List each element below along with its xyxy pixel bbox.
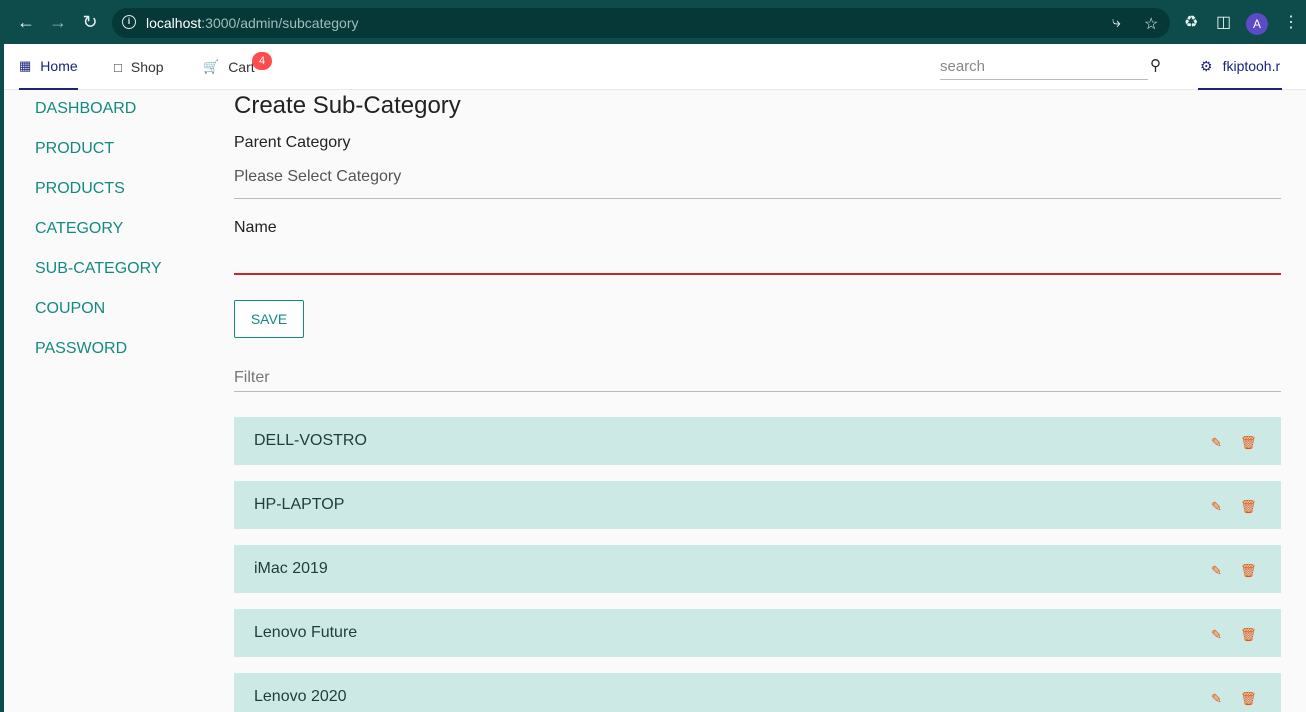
list-item: iMac 2019 ✎ 🗑 (234, 545, 1281, 593)
user-menu[interactable]: ⚙ fkiptooh.r (1198, 44, 1282, 90)
edit-icon[interactable]: ✎ (1211, 563, 1222, 579)
cart-icon: 🛒 (203, 59, 220, 74)
list-item: DELL-VOSTRO ✎ 🗑 (234, 417, 1281, 465)
top-nav: ▦ Home □ Shop 🛒 Cart 4 ⚲ ⚙ fkiptooh.r (4, 44, 1306, 90)
parent-category-select[interactable]: Please Select Category (234, 168, 1281, 199)
shopping-bag-icon: □ (114, 59, 122, 75)
nav-cart-label: Cart (228, 59, 255, 75)
sidebar-item-dashboard[interactable]: DASHBOARD (35, 98, 162, 138)
reload-icon[interactable]: ↻ (80, 12, 100, 32)
browser-menu-icon[interactable]: ⋮ (1283, 12, 1299, 32)
subcategory-name: iMac 2019 (254, 560, 328, 577)
name-input[interactable] (234, 238, 1281, 275)
nav-shop[interactable]: □ Shop (114, 44, 164, 90)
parent-category-label: Parent Category (234, 134, 351, 151)
subcategory-name: Lenovo Future (254, 624, 358, 641)
subcategory-name: DELL-VOSTRO (254, 432, 367, 449)
subcategory-list: DELL-VOSTRO ✎ 🗑 HP-LAPTOP ✎ 🗑 iMac 2019 … (234, 417, 1281, 712)
nav-cart[interactable]: 🛒 Cart (203, 44, 255, 90)
edit-icon[interactable]: ✎ (1211, 499, 1222, 515)
edit-icon[interactable]: ✎ (1211, 627, 1222, 643)
home-grid-icon: ▦ (19, 58, 32, 73)
subcategory-name: Lenovo 2020 (254, 688, 347, 705)
search-icon[interactable]: ⚲ (1150, 56, 1161, 74)
admin-sidebar: DASHBOARD PRODUCT PRODUCTS CATEGORY SUB-… (35, 98, 162, 378)
url-path: :3000/admin/subcategory (201, 15, 359, 31)
list-item: Lenovo Future ✎ 🗑 (234, 609, 1281, 657)
filter-input[interactable] (234, 364, 1281, 392)
cart-count-badge: 4 (252, 52, 272, 70)
nav-home-label: Home (40, 58, 78, 74)
share-icon[interactable]: ⤷ (1112, 14, 1121, 32)
bookmark-star-icon[interactable]: ☆ (1144, 14, 1158, 34)
url-host: localhost (146, 15, 202, 31)
sidebar-item-product[interactable]: PRODUCT (35, 138, 162, 178)
search-input[interactable] (940, 54, 1148, 80)
edit-icon[interactable]: ✎ (1211, 435, 1222, 451)
back-arrow-icon[interactable]: ← (16, 12, 36, 32)
window-edge (0, 44, 4, 712)
site-info-icon[interactable]: i (122, 15, 136, 29)
subcategory-name: HP-LAPTOP (254, 496, 345, 513)
nav-home[interactable]: ▦ Home (19, 44, 78, 90)
name-label: Name (234, 219, 277, 236)
delete-icon[interactable]: 🗑 (1240, 435, 1257, 451)
nav-shop-label: Shop (130, 59, 164, 75)
list-item: HP-LAPTOP ✎ 🗑 (234, 481, 1281, 529)
sidebar-item-products[interactable]: PRODUCTS (35, 178, 162, 218)
delete-icon[interactable]: 🗑 (1240, 499, 1257, 515)
delete-icon[interactable]: 🗑 (1240, 563, 1257, 579)
save-button[interactable]: SAVE (234, 300, 304, 338)
sidebar-item-password[interactable]: PASSWORD (35, 338, 162, 378)
side-panel-icon[interactable]: ◫ (1216, 12, 1231, 32)
sidebar-item-category[interactable]: CATEGORY (35, 218, 162, 258)
forward-arrow-icon[interactable]: → (48, 12, 68, 32)
profile-avatar[interactable]: A (1246, 13, 1268, 35)
delete-icon[interactable]: 🗑 (1240, 691, 1257, 707)
gear-icon: ⚙ (1200, 57, 1213, 74)
page-title: Create Sub-Category (234, 92, 461, 119)
parent-category-value: Please Select Category (234, 168, 402, 185)
address-url[interactable]: localhost:3000/admin/subcategory (146, 15, 358, 31)
delete-icon[interactable]: 🗑 (1240, 627, 1257, 643)
sidebar-item-coupon[interactable]: COUPON (35, 298, 162, 338)
sidebar-item-sub-category[interactable]: SUB-CATEGORY (35, 258, 162, 298)
user-name: fkiptooh.r (1222, 58, 1281, 74)
browser-toolbar: ← → ↻ i localhost:3000/admin/subcategory… (0, 0, 1306, 44)
edit-icon[interactable]: ✎ (1211, 691, 1222, 707)
address-bar[interactable]: i localhost:3000/admin/subcategory ⤷ ☆ (112, 8, 1170, 38)
extensions-icon[interactable]: ♻ (1184, 12, 1198, 32)
list-item: Lenovo 2020 ✎ 🗑 (234, 673, 1281, 712)
